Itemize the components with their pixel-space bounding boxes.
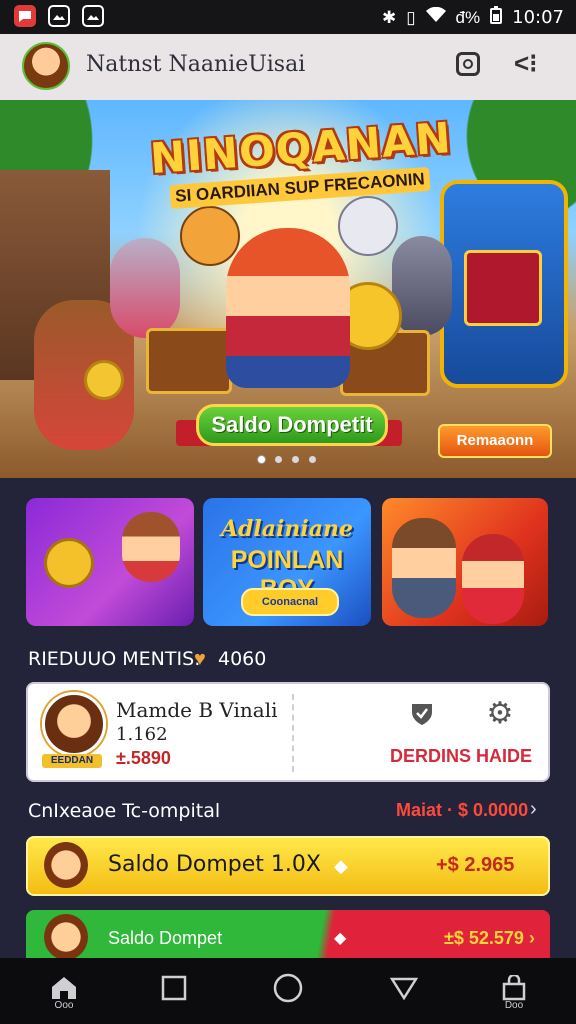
lion-face-icon (180, 206, 240, 266)
section-value: 4060 (218, 648, 267, 670)
user-avatar[interactable] (22, 42, 70, 90)
kid-character (122, 512, 180, 582)
carousel-dot[interactable] (258, 456, 265, 463)
wallet-heading: CnIxeaoe Tc-ompital (28, 800, 221, 822)
carousel-dots[interactable] (258, 456, 316, 463)
battery-text: đ% (455, 7, 481, 27)
diamond-icon: ◆ (334, 856, 348, 876)
hero-character (226, 228, 350, 388)
hero-cta-button[interactable]: Saldo Dompetit (196, 404, 388, 446)
diamond-icon: ◆ (334, 930, 347, 947)
app-header: Natnst NaanieUisai <⁝ (0, 34, 576, 101)
wallet-avatar (44, 842, 88, 888)
profile-name: Mamde B Vinali (116, 698, 278, 722)
share-icon[interactable]: <⁝ (514, 48, 537, 79)
profile-tag: EEDDAN (42, 754, 102, 768)
section-label: RIEDUUO MENTIS: (28, 648, 201, 670)
hero-badge-button[interactable]: Remaaonn (438, 424, 552, 458)
mouse-character (110, 238, 180, 338)
chevron-right-icon[interactable]: › (530, 798, 537, 821)
status-bar: ✱ ▯ đ% 10:07 (0, 0, 576, 34)
divider (292, 694, 294, 772)
back-triangle-icon[interactable] (384, 968, 424, 1008)
gear-icon[interactable]: ⚙ (484, 698, 516, 730)
bluetooth-icon: ✱ (381, 7, 397, 27)
profile-avatar[interactable] (42, 692, 106, 756)
wallet-row-label: Saldo Dompet 1.0X (108, 852, 321, 877)
app-notification-icon (14, 5, 36, 27)
promo-card-adventure[interactable]: Adlainiane POINLAN BOY Coonacnal (203, 498, 371, 626)
wallet-row-label: Saldo Dompet (108, 928, 223, 948)
promo-card-coins[interactable] (26, 498, 194, 626)
wallet-row-amount: +$ 2.965 (436, 854, 515, 876)
cat-face-icon (338, 196, 398, 256)
treasure-chest-left (146, 328, 232, 394)
wifi-icon (425, 6, 446, 28)
status-app-icons (14, 5, 104, 27)
promo-card-friends[interactable] (382, 498, 548, 626)
profile-balance: ±.5890 (116, 748, 171, 768)
coin-stack-icon (44, 538, 94, 588)
instagram-icon[interactable] (456, 52, 480, 76)
clock: 10:07 (512, 7, 564, 28)
app-title: Natnst NaanieUisai (86, 52, 306, 77)
profile-action-label[interactable]: DERDINS HAIDE (390, 746, 532, 767)
home-circle-icon[interactable] (268, 968, 308, 1008)
promo-card-title: Adlainiane (220, 516, 354, 542)
man-character (392, 518, 456, 618)
promo-card-button[interactable]: Coonacnal (241, 588, 339, 616)
battery-icon (490, 6, 503, 29)
slot-reels-illustration (464, 250, 542, 326)
coin-icon (84, 360, 124, 400)
vibrate-icon: ▯ (406, 7, 416, 27)
shield-icon[interactable] (408, 700, 436, 728)
status-indicators: ✱ ▯ đ% 10:07 (382, 6, 564, 29)
wallet-more-link[interactable]: Maiat · $ 0.0000 (396, 800, 528, 821)
recents-icon[interactable] (154, 968, 194, 1008)
girl-character (462, 534, 524, 624)
wallet-row-amount: ±$ 52.579 › (444, 928, 535, 948)
bag-label: Doo (504, 1000, 524, 1011)
carousel-dot[interactable] (309, 456, 316, 463)
heart-icon: ♥ (194, 648, 206, 670)
wallet-avatar (44, 914, 88, 960)
carousel-dot[interactable] (275, 456, 282, 463)
carousel-dot[interactable] (292, 456, 299, 463)
gallery-notification-icon (82, 5, 104, 27)
home-label: Ooo (54, 1000, 74, 1011)
profile-id: 1.162 (116, 724, 168, 745)
image-notification-icon (48, 5, 70, 27)
